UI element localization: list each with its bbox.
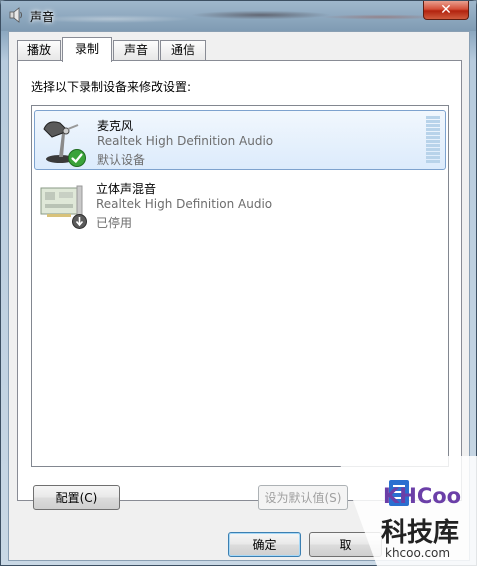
sound-dialog-window: 声音 ✕ 播放 录制 声音 通信 选择以下录制设备来修改设置: 麦克风 Real…: [0, 0, 477, 566]
window-title: 声音: [30, 10, 55, 24]
tab-playback[interactable]: 播放: [17, 40, 61, 61]
tab-recording[interactable]: 录制: [62, 37, 112, 62]
close-button[interactable]: ✕: [423, 1, 469, 20]
green-check-icon: [68, 149, 86, 167]
speaker-icon: [9, 7, 22, 23]
close-icon: ✕: [440, 2, 452, 18]
device-name: 麦克风: [97, 119, 134, 133]
cancel-button[interactable]: 取: [309, 532, 382, 557]
recording-tab-panel: 选择以下录制设备来修改设置: 麦克风 Realtek High Definiti…: [17, 60, 462, 510]
input-level-meter: [426, 116, 440, 164]
recording-device-list[interactable]: 麦克风 Realtek High Definition Audio 默认设备 立…: [31, 105, 449, 467]
device-item-stereo-mix[interactable]: 立体声混音 Realtek High Definition Audio 已停用: [34, 174, 446, 234]
device-status: 默认设备: [97, 153, 146, 167]
disabled-arrow-icon: [72, 214, 87, 229]
instruction-text: 选择以下录制设备来修改设置:: [31, 80, 192, 94]
device-driver: Realtek High Definition Audio: [97, 134, 274, 148]
tab-communications[interactable]: 通信: [160, 40, 206, 61]
device-driver: Realtek High Definition Audio: [96, 197, 273, 211]
ok-button[interactable]: 确定: [228, 532, 301, 557]
tab-sounds[interactable]: 声音: [113, 40, 159, 61]
configure-button[interactable]: 配置(C): [33, 485, 120, 510]
device-item-microphone[interactable]: 麦克风 Realtek High Definition Audio 默认设备: [34, 110, 446, 170]
device-status: 已停用: [96, 216, 133, 230]
set-default-button[interactable]: 设为默认值(S): [258, 485, 348, 510]
device-name: 立体声混音: [96, 182, 157, 196]
dialog-client-area: 播放 录制 声音 通信 选择以下录制设备来修改设置: 麦克风 Realtek H…: [8, 31, 470, 561]
title-bar[interactable]: 声音 ✕: [1, 1, 476, 31]
